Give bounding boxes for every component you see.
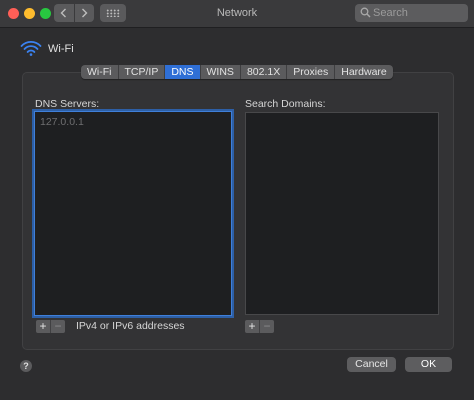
tab-proxies[interactable]: Proxies [287,65,336,79]
search-icon [360,7,371,18]
search-domains-list[interactable] [245,112,439,315]
search-domains-add-remove: + − [245,320,274,333]
tab-bar: Wi-Fi TCP/IP DNS WINS 802.1X Proxies Har… [81,65,393,79]
tab-hardware[interactable]: Hardware [335,65,393,79]
tab-dns[interactable]: DNS [165,65,201,79]
cancel-button[interactable]: Cancel [347,357,396,372]
title-bar: Network [0,0,474,28]
dns-server-entry[interactable]: 127.0.0.1 [35,112,231,128]
wifi-icon [20,40,42,56]
add-search-domain-button[interactable]: + [245,320,259,333]
tab-wifi[interactable]: Wi-Fi [81,65,119,79]
help-button[interactable]: ? [20,360,32,372]
dns-servers-label: DNS Servers: [35,98,100,110]
remove-dns-server-button[interactable]: − [50,320,65,333]
remove-search-domain-button[interactable]: − [259,320,274,333]
tab-8021x[interactable]: 802.1X [241,65,288,79]
search-domains-label: Search Domains: [245,98,326,110]
search-input[interactable] [373,4,463,22]
interface-name: Wi-Fi [48,43,74,55]
ok-button[interactable]: OK [405,357,452,372]
dns-add-remove: + − [36,320,65,333]
add-dns-server-button[interactable]: + [36,320,50,333]
dns-servers-list[interactable]: 127.0.0.1 [34,111,232,316]
dns-hint-text: IPv4 or IPv6 addresses [76,320,185,332]
tab-tcpip[interactable]: TCP/IP [119,65,166,79]
search-field[interactable] [355,4,468,22]
tab-wins[interactable]: WINS [201,65,241,79]
